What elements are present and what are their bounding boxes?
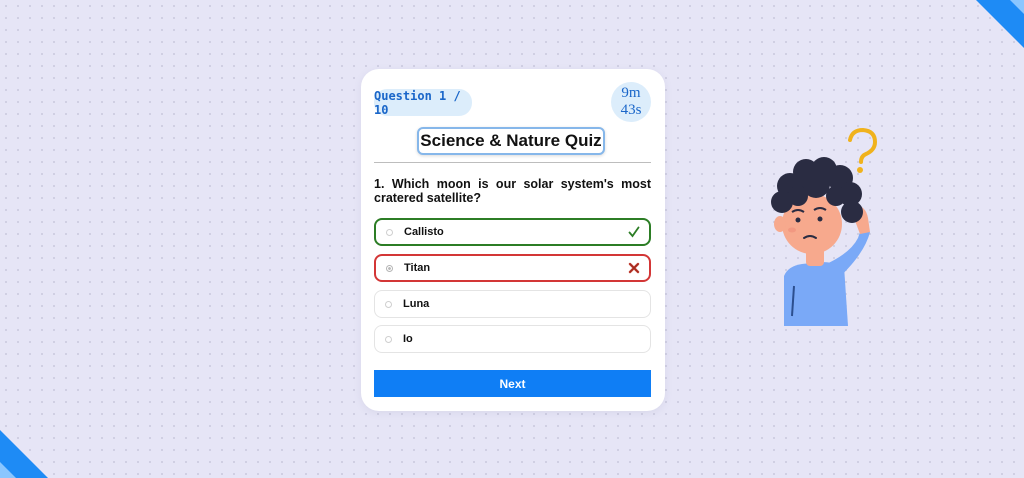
- radio-button[interactable]: [386, 264, 393, 272]
- divider: [374, 162, 651, 163]
- option-callisto[interactable]: Callisto: [374, 218, 651, 246]
- confused-boy-illustration: [762, 126, 882, 331]
- quiz-card: Question 1 / 10 9m 43s Science & Nature …: [361, 69, 665, 411]
- radio-button[interactable]: [385, 335, 392, 343]
- quiz-title: Science & Nature Quiz: [417, 127, 605, 155]
- option-io[interactable]: Io: [374, 325, 651, 353]
- question-counter-text: Question 1 / 10: [374, 88, 461, 117]
- timer-minutes: 9m: [621, 85, 641, 101]
- option-luna[interactable]: Luna: [374, 290, 651, 318]
- option-label: Luna: [403, 298, 430, 310]
- cross-icon: [625, 259, 643, 277]
- check-icon: [625, 223, 643, 241]
- corner-decoration-bottom-left-light: [0, 462, 16, 478]
- option-label: Titan: [404, 262, 431, 274]
- radio-button[interactable]: [386, 228, 393, 236]
- timer-badge: 9m 43s: [611, 82, 651, 122]
- timer-seconds: 43s: [620, 102, 642, 118]
- corner-decoration-top-right-light: [1010, 0, 1024, 14]
- option-label: Io: [403, 333, 413, 345]
- option-titan[interactable]: Titan: [374, 254, 651, 282]
- question-text: 1. Which moon is our solar system's most…: [374, 177, 651, 205]
- radio-button[interactable]: [385, 300, 392, 308]
- question-counter-badge: Question 1 / 10: [374, 88, 472, 117]
- next-button[interactable]: Next: [374, 370, 651, 397]
- question-mark-icon: [848, 127, 878, 173]
- option-label: Callisto: [404, 226, 444, 238]
